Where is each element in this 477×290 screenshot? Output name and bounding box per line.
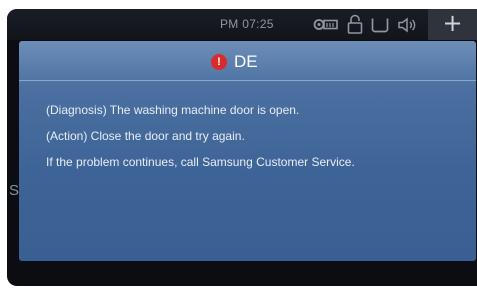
status-time: PM 07:25	[220, 17, 274, 31]
action-text: (Action) Close the door and try again.	[46, 129, 245, 143]
service-text: If the problem continues, call Samsung C…	[46, 155, 355, 169]
lock-icon	[347, 14, 363, 39]
device-screen: PM 07:25 + S ! DE (Diagnosis) The washin…	[7, 9, 477, 286]
error-code: DE	[234, 52, 258, 71]
basket-icon	[371, 17, 389, 38]
diagnosis-text: (Diagnosis) The washing machine door is …	[46, 103, 300, 117]
error-icon: !	[211, 54, 227, 70]
key-icon	[313, 18, 339, 36]
add-button[interactable]: +	[428, 9, 477, 40]
sound-icon	[397, 17, 419, 38]
header-divider	[19, 80, 476, 81]
background-partial-text: S	[9, 182, 20, 199]
dialog-header: ! DE	[19, 41, 476, 80]
status-bar: PM 07:25 +	[7, 9, 477, 40]
error-dialog: ! DE (Diagnosis) The washing machine doo…	[19, 41, 476, 261]
